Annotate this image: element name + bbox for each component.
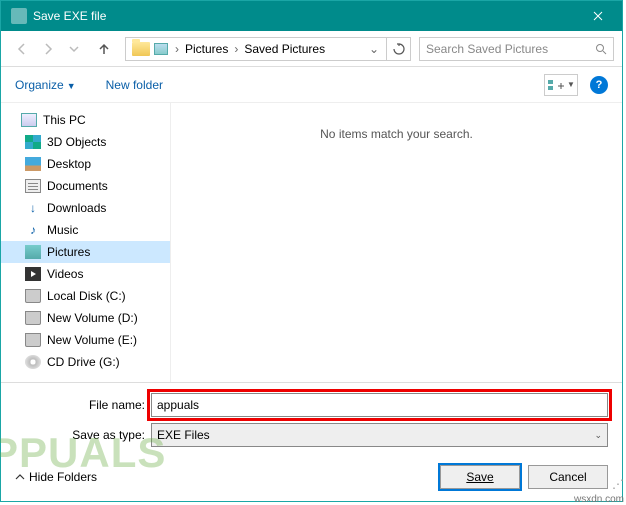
chevron-up-icon [15,472,25,482]
save-dialog-window: Save EXE file › Pictures › Saved Picture… [0,0,623,502]
file-list-area[interactable]: No items match your search. [171,103,622,382]
pictures-lib-icon [154,43,168,55]
refresh-icon [393,43,405,55]
app-icon [11,8,27,24]
nav-back-button[interactable] [11,38,33,60]
tree-item[interactable]: New Volume (E:) [1,329,170,351]
downloads-icon: ↓ [25,201,41,215]
search-icon [595,43,607,55]
desktop-icon [25,157,41,171]
help-button[interactable]: ? [590,76,608,94]
cancel-button[interactable]: Cancel [528,465,608,489]
save-as-type-label: Save as type: [15,428,151,442]
arrow-up-icon [97,42,111,56]
nav-forward-button[interactable] [37,38,59,60]
pc-icon [21,113,37,127]
refresh-button[interactable] [387,37,411,61]
cd-drive-icon [25,355,41,369]
navbar: › Pictures › Saved Pictures ⌄ Search Sav… [1,31,622,67]
body: This PC 3D Objects Desktop Documents ↓ D… [1,103,622,382]
toolbar: Organize▼ New folder ▼ ? [1,67,622,103]
nav-recent-button[interactable] [63,38,85,60]
titlebar: Save EXE file [1,1,622,31]
music-icon: ♪ [25,223,41,237]
save-button[interactable]: Save [440,465,520,489]
arrow-right-icon [41,42,55,56]
save-as-type-select[interactable]: EXE Files ⌄ [151,423,608,447]
disk-icon [25,333,41,347]
views-button[interactable]: ▼ [544,74,578,96]
pictures-icon [25,245,41,259]
tree-item[interactable]: Documents [1,175,170,197]
chevron-right-icon: › [172,42,182,56]
breadcrumb-item[interactable]: Pictures [182,40,231,58]
source-label: wsxdn.com [574,494,624,505]
documents-icon [25,179,41,193]
breadcrumb-item[interactable]: Saved Pictures [241,40,328,58]
nav-up-button[interactable] [93,38,115,60]
chevron-down-icon [69,44,79,54]
tree-item[interactable]: Desktop [1,153,170,175]
search-input[interactable]: Search Saved Pictures [419,37,614,61]
tree-item[interactable]: Local Disk (C:) [1,285,170,307]
folder-icon [132,42,150,56]
navigation-pane[interactable]: This PC 3D Objects Desktop Documents ↓ D… [1,103,171,382]
tree-item[interactable]: Videos [1,263,170,285]
videos-icon [25,267,41,281]
search-placeholder: Search Saved Pictures [426,42,595,56]
tree-item[interactable]: CD Drive (G:) [1,351,170,373]
empty-message: No items match your search. [320,127,473,141]
filename-label: File name: [15,398,151,412]
arrow-left-icon [15,42,29,56]
chevron-down-icon: ⌄ [594,430,602,441]
new-folder-button[interactable]: New folder [106,78,163,92]
disk-icon [25,289,41,303]
close-icon [593,11,603,21]
tree-item[interactable]: ♪ Music [1,219,170,241]
filename-input[interactable] [151,393,608,417]
chevron-down-icon: ▼ [567,80,575,89]
views-icon [547,79,565,91]
close-button[interactable] [578,1,618,31]
window-title: Save EXE file [33,9,578,23]
bottom-panel: File name: Save as type: EXE Files ⌄ Hid… [1,382,622,501]
tree-item[interactable]: 3D Objects [1,131,170,153]
3d-objects-icon [25,135,41,149]
help-icon: ? [596,79,603,91]
tree-item[interactable]: ↓ Downloads [1,197,170,219]
chevron-down-icon: ▼ [67,81,76,91]
address-bar[interactable]: › Pictures › Saved Pictures ⌄ [125,37,387,61]
organize-menu[interactable]: Organize▼ [15,78,76,92]
tree-root-this-pc[interactable]: This PC [1,109,170,131]
tree-item-selected[interactable]: Pictures [1,241,170,263]
address-dropdown[interactable]: ⌄ [364,42,384,56]
chevron-right-icon: › [231,42,241,56]
resize-grip[interactable]: ⋰ [612,477,622,491]
disk-icon [25,311,41,325]
hide-folders-button[interactable]: Hide Folders [15,470,432,484]
tree-item[interactable]: New Volume (D:) [1,307,170,329]
